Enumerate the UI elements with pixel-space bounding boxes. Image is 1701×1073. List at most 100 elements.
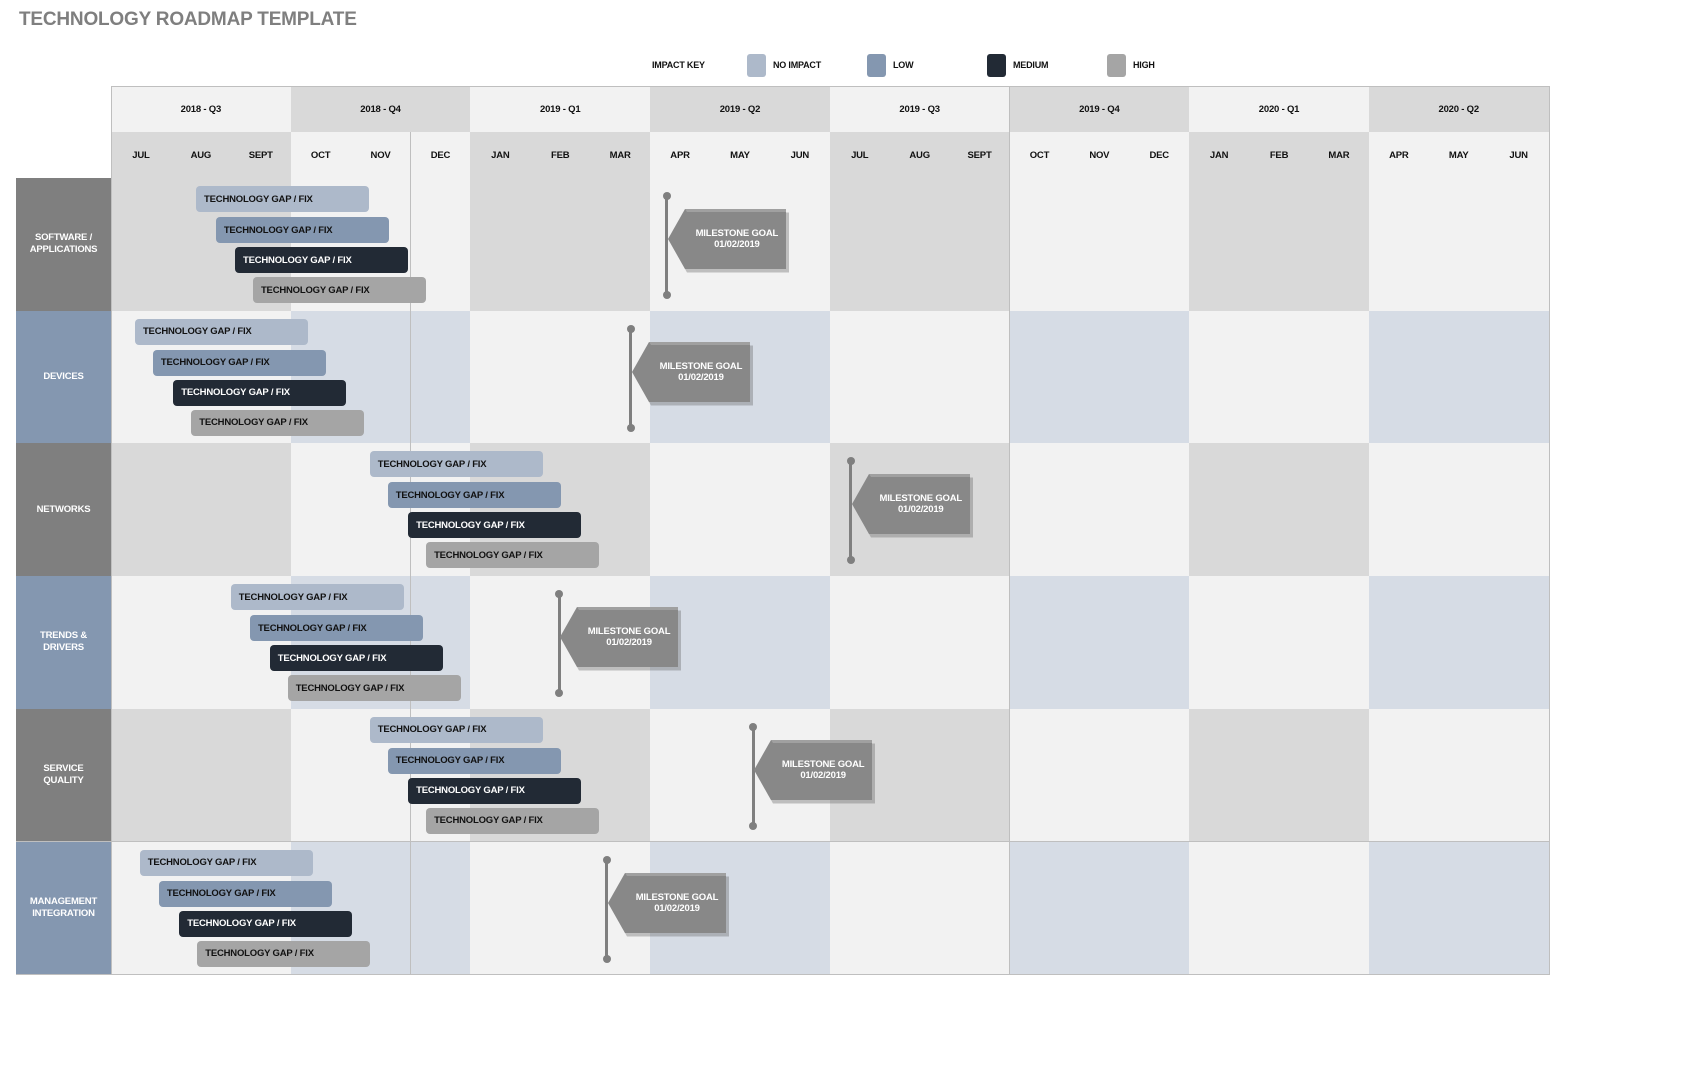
milestone-flag[interactable]: MILESTONE GOAL 01/02/2019	[560, 607, 682, 671]
gap-fix-bar-medium[interactable]: TECHNOLOGY GAP / FIX	[408, 512, 582, 539]
month-header: APR	[1368, 132, 1430, 179]
timeline-cell	[889, 178, 951, 312]
milestone-date: 01/02/2019	[678, 371, 724, 383]
timeline-cell	[889, 708, 951, 843]
timeline-cell	[1069, 178, 1131, 312]
timeline-cell	[1129, 841, 1191, 976]
gap-fix-bar-high[interactable]: TECHNOLOGY GAP / FIX	[426, 542, 600, 569]
milestone-pole-top	[749, 722, 758, 731]
legend-title: IMPACT KEY	[652, 60, 705, 70]
timeline-cell	[1129, 708, 1191, 843]
row-label: SOFTWARE / APPLICATIONS	[16, 178, 111, 312]
timeline-cell	[410, 841, 472, 976]
gap-fix-bar-medium[interactable]: TECHNOLOGY GAP / FIX	[408, 777, 582, 804]
timeline-cell	[889, 310, 951, 445]
gap-fix-bar-medium[interactable]: TECHNOLOGY GAP / FIX	[179, 910, 353, 937]
timeline-cell	[1009, 310, 1071, 445]
month-header: FEB	[1249, 132, 1310, 179]
timeline-cell	[111, 576, 172, 710]
timeline-cell	[1368, 178, 1430, 312]
timeline-cell	[1488, 178, 1550, 312]
timeline-cell	[769, 310, 831, 445]
gap-fix-bar-none[interactable]: TECHNOLOGY GAP / FIX	[369, 716, 543, 743]
timeline-cell	[1189, 310, 1251, 445]
gap-fix-bar-low[interactable]: TECHNOLOGY GAP / FIX	[215, 217, 389, 243]
gap-fix-bar-low[interactable]: TECHNOLOGY GAP / FIX	[158, 880, 333, 907]
timeline-cell	[710, 576, 771, 710]
quarter-header: 2019 - Q3	[829, 86, 1011, 133]
timeline-cell	[1368, 576, 1430, 710]
gap-fix-bar-high[interactable]: TECHNOLOGY GAP / FIX	[426, 807, 600, 834]
gap-fix-bar-none[interactable]: TECHNOLOGY GAP / FIX	[369, 451, 543, 478]
timeline-cell	[769, 576, 831, 710]
gap-fix-bar-high[interactable]: TECHNOLOGY GAP / FIX	[252, 277, 427, 303]
timeline-cell	[1428, 576, 1490, 710]
timeline-cell	[590, 178, 652, 312]
timeline-cell	[1368, 841, 1430, 976]
timeline-cell	[230, 708, 292, 843]
gap-fix-bar-medium[interactable]: TECHNOLOGY GAP / FIX	[234, 247, 409, 273]
milestone-flag[interactable]: MILESTONE GOAL 01/02/2019	[667, 209, 789, 273]
month-header: MAY	[1428, 132, 1490, 179]
milestone-flag[interactable]: MILESTONE GOAL 01/02/2019	[631, 341, 753, 406]
row-label: MANAGEMENT INTEGRATION	[16, 841, 111, 976]
timeline-cell	[530, 310, 592, 445]
milestone-pole-bottom	[749, 821, 758, 830]
timeline-cell	[170, 708, 232, 843]
timeline-cell	[1249, 310, 1310, 445]
legend-swatch-high	[1107, 54, 1126, 77]
milestone-label: MILESTONE GOAL 01/02/2019	[560, 607, 680, 667]
milestone-flag[interactable]: MILESTONE GOAL 01/02/2019	[754, 739, 876, 804]
timeline-cell	[1488, 841, 1550, 976]
gap-fix-bar-medium[interactable]: TECHNOLOGY GAP / FIX	[173, 379, 347, 406]
month-header: NOV	[350, 132, 412, 179]
month-header: MAR	[590, 132, 652, 179]
quarter-header: 2019 - Q2	[650, 86, 831, 133]
gap-fix-bar-low[interactable]: TECHNOLOGY GAP / FIX	[387, 482, 561, 509]
timeline-cell	[1189, 576, 1251, 710]
gap-fix-bar-low[interactable]: TECHNOLOGY GAP / FIX	[387, 747, 561, 774]
month-header: MAY	[710, 132, 771, 179]
timeline-cell	[1009, 443, 1071, 578]
timeline-cell	[1249, 576, 1310, 710]
timeline-cell	[1189, 841, 1251, 976]
gap-fix-bar-high[interactable]: TECHNOLOGY GAP / FIX	[197, 940, 371, 967]
milestone-date: 01/02/2019	[800, 769, 846, 781]
month-header: AUG	[889, 132, 951, 179]
timeline-cell	[1189, 708, 1251, 843]
timeline-cell	[1249, 708, 1310, 843]
month-header: SEPT	[949, 132, 1011, 179]
timeline-cell	[1069, 841, 1131, 976]
timeline-cell	[1129, 178, 1191, 312]
timeline-cell	[1249, 178, 1310, 312]
quarter-header: 2020 - Q2	[1368, 86, 1550, 133]
gap-fix-bar-none[interactable]: TECHNOLOGY GAP / FIX	[134, 318, 309, 345]
milestone-flag[interactable]: MILESTONE GOAL 01/02/2019	[607, 872, 729, 936]
gap-fix-bar-none[interactable]: TECHNOLOGY GAP / FIX	[196, 186, 370, 212]
timeline-cell	[769, 443, 831, 578]
gap-fix-bar-low[interactable]: TECHNOLOGY GAP / FIX	[152, 349, 327, 376]
timeline-cell	[170, 576, 232, 710]
timeline-cell	[1428, 708, 1490, 843]
gap-fix-bar-medium[interactable]: TECHNOLOGY GAP / FIX	[269, 645, 443, 672]
timeline-cell	[829, 178, 891, 312]
timeline-cell	[650, 708, 711, 843]
timeline-cell	[1069, 576, 1131, 710]
milestone-pole-top	[626, 324, 635, 333]
gap-fix-bar-none[interactable]: TECHNOLOGY GAP / FIX	[230, 584, 404, 611]
gap-fix-bar-none[interactable]: TECHNOLOGY GAP / FIX	[139, 849, 313, 876]
timeline-cell	[1249, 841, 1310, 976]
gap-fix-bar-high[interactable]: TECHNOLOGY GAP / FIX	[287, 675, 461, 702]
milestone-date: 01/02/2019	[714, 239, 760, 250]
timeline-cell	[470, 310, 532, 445]
milestone-flag[interactable]: MILESTONE GOAL 01/02/2019	[851, 474, 973, 538]
timeline-cell	[1309, 708, 1370, 843]
gap-fix-bar-low[interactable]: TECHNOLOGY GAP / FIX	[249, 615, 424, 642]
timeline-cell	[1129, 443, 1191, 578]
gap-fix-bar-high[interactable]: TECHNOLOGY GAP / FIX	[191, 409, 365, 436]
timeline-cell	[230, 443, 292, 578]
timeline-cell	[1428, 443, 1490, 578]
month-header: APR	[650, 132, 711, 179]
milestone-label: MILESTONE GOAL 01/02/2019	[668, 209, 788, 269]
timeline-cell	[1009, 178, 1071, 312]
